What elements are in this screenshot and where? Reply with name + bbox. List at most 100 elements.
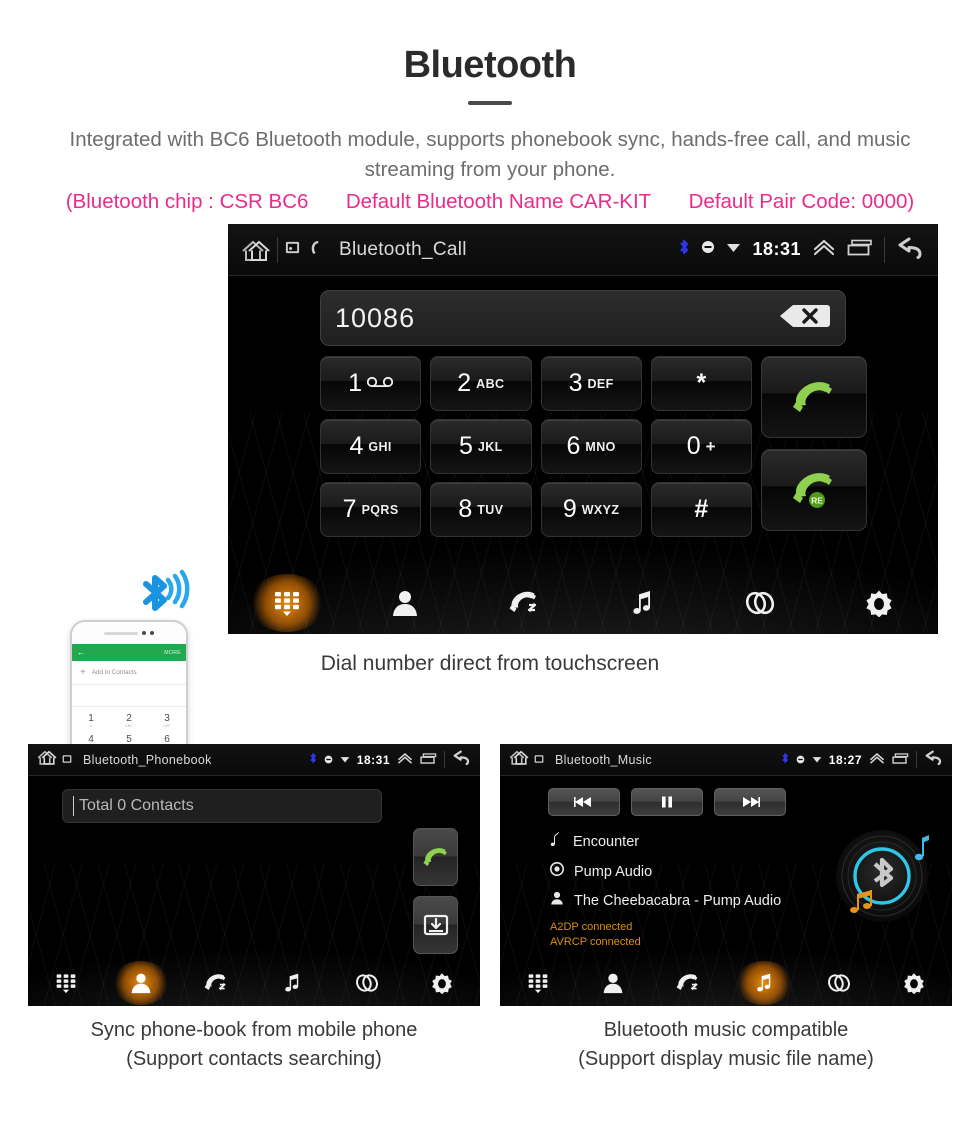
music-transport-controls[interactable] xyxy=(548,788,786,816)
bottom-nav[interactable] xyxy=(228,572,938,634)
phone-back-icon[interactable]: ← xyxy=(77,648,85,657)
nav-item-keypad[interactable] xyxy=(28,960,103,1006)
spec-chip: (Bluetooth chip : CSR BC6 xyxy=(65,190,309,214)
back-icon[interactable] xyxy=(924,749,944,770)
nav-item-contacts[interactable] xyxy=(103,960,178,1006)
nav-item-contacts[interactable] xyxy=(575,960,650,1006)
screenshot-icon[interactable] xyxy=(534,751,544,769)
phone-key-1[interactable]: 1 ∞ xyxy=(72,710,110,731)
call-button[interactable] xyxy=(761,356,867,439)
dialpad[interactable]: 1 2 ABC 3 DEF * 4 GHI 5 JKL 6 MNO 0 + 7 PQRS 8 TUV 9 WXYZ # xyxy=(320,356,752,538)
dialpad-key-letters: DEF xyxy=(587,376,614,391)
recents-icon[interactable] xyxy=(847,239,873,261)
phonebook-statusbar-left: Bluetooth_Phonebook xyxy=(36,749,212,771)
wifi-icon[interactable] xyxy=(812,751,822,769)
nav-item-call-history[interactable] xyxy=(651,960,726,1006)
recents-icon[interactable] xyxy=(420,751,437,769)
nav-item-contacts[interactable] xyxy=(346,572,464,634)
link-icon xyxy=(744,591,776,615)
call-button[interactable] xyxy=(413,828,458,886)
dialpad-key-letters: GHI xyxy=(368,439,392,454)
home-icon[interactable] xyxy=(36,749,58,771)
mute-icon[interactable] xyxy=(324,751,333,769)
nav-item-music[interactable] xyxy=(726,960,801,1006)
spec-line: (Bluetooth chip : CSR BC6 Default Blueto… xyxy=(0,190,980,214)
nav-item-music[interactable] xyxy=(583,572,701,634)
skip-forward-icon[interactable] xyxy=(714,788,786,816)
dialpad-key-star[interactable]: * xyxy=(650,356,752,412)
nav-item-music[interactable] xyxy=(254,960,329,1006)
nav-item-settings[interactable] xyxy=(405,960,480,1006)
gear-icon xyxy=(903,972,925,994)
dialpad-key-8[interactable]: 8 TUV xyxy=(430,482,532,538)
download-sync-icon[interactable] xyxy=(413,896,458,954)
dialpad-key-7[interactable]: 7 PQRS xyxy=(320,482,422,538)
dialpad-key-3[interactable]: 3 DEF xyxy=(540,356,642,412)
statusbar-clock: 18:31 xyxy=(752,239,801,260)
dialpad-key-9[interactable]: 9 WXYZ xyxy=(540,482,642,538)
chevron-up-icon[interactable] xyxy=(812,238,836,261)
statusbar-divider-2 xyxy=(884,236,885,263)
redial-button[interactable]: RE xyxy=(761,449,867,532)
phone-more-label[interactable]: MORE xyxy=(164,650,181,656)
nav-item-settings[interactable] xyxy=(820,572,938,634)
nav-item-pair[interactable] xyxy=(329,960,404,1006)
handset-icon[interactable] xyxy=(307,239,322,261)
back-icon[interactable] xyxy=(896,235,926,264)
skip-back-icon[interactable] xyxy=(548,788,620,816)
contacts-search-input[interactable]: Total 0 Contacts xyxy=(62,789,382,823)
home-icon[interactable] xyxy=(240,238,270,262)
dialpad-key-4[interactable]: 4 GHI xyxy=(320,419,422,475)
phonebook-side-buttons xyxy=(413,828,458,954)
dialpad-key-5[interactable]: 5 JKL xyxy=(430,419,532,475)
back-icon[interactable] xyxy=(452,749,472,770)
pause-icon[interactable] xyxy=(631,788,703,816)
music-note-icon xyxy=(754,972,774,994)
screenshot-icon[interactable] xyxy=(285,240,300,260)
music-statusbar-left: Bluetooth_Music xyxy=(508,749,652,771)
phone-key-2[interactable]: 2 ABC xyxy=(110,710,148,731)
phone-key-digit: 1 xyxy=(88,712,94,724)
nav-item-pair[interactable] xyxy=(701,572,819,634)
dialpad-key-2[interactable]: 2 ABC xyxy=(430,356,532,412)
mute-icon[interactable] xyxy=(701,240,715,259)
phone-key-3[interactable]: 3 DEF xyxy=(148,710,186,731)
wifi-icon[interactable] xyxy=(726,241,741,259)
dialpad-key-6[interactable]: 6 MNO xyxy=(540,419,642,475)
music-bottom-nav[interactable] xyxy=(500,960,952,1006)
bluetooth-icon[interactable] xyxy=(309,751,317,769)
dialpad-key-symbol: * xyxy=(696,369,707,398)
bluetooth-icon[interactable] xyxy=(781,751,789,769)
phonebook-statusbar: Bluetooth_Phonebook 18:31 xyxy=(28,744,480,776)
phonebook-bottom-nav[interactable] xyxy=(28,960,480,1006)
dialpad-key-letters: JKL xyxy=(477,439,503,454)
recents-icon[interactable] xyxy=(892,751,909,769)
a2dp-status: A2DP connected xyxy=(550,921,633,933)
nav-item-pair[interactable] xyxy=(801,960,876,1006)
phone-add-contacts-row[interactable]: + Add to Contacts xyxy=(72,661,186,686)
chevron-up-icon[interactable] xyxy=(869,751,885,769)
dialpad-key-letters: + xyxy=(705,436,716,456)
chevron-up-icon[interactable] xyxy=(397,751,413,769)
nav-item-settings[interactable] xyxy=(877,960,952,1006)
nav-item-call-history[interactable] xyxy=(179,960,254,1006)
nav-item-call-history[interactable] xyxy=(465,572,583,634)
music-body: Encounter Pump Audio The Cheebacabra - P… xyxy=(500,776,952,1006)
dialpad-key-hash[interactable]: # xyxy=(650,482,752,538)
dialpad-key-0[interactable]: 0 + xyxy=(650,419,752,475)
bluetooth-icon[interactable] xyxy=(678,238,690,261)
mute-icon[interactable] xyxy=(796,751,805,769)
track-title: Encounter xyxy=(573,833,640,850)
nav-item-keypad[interactable] xyxy=(500,960,575,1006)
screenshot-icon[interactable] xyxy=(62,751,72,769)
dialpad-key-digit: 4 xyxy=(349,432,364,461)
voicemail-icon xyxy=(366,375,394,393)
home-icon[interactable] xyxy=(508,749,530,771)
dialpad-key-digit: 9 xyxy=(562,495,577,524)
nav-item-keypad[interactable] xyxy=(228,572,346,634)
backspace-icon[interactable] xyxy=(777,301,831,336)
album-disc-icon xyxy=(550,862,564,881)
dialed-number-display[interactable]: 10086 xyxy=(320,290,846,347)
wifi-icon[interactable] xyxy=(340,751,350,769)
dialpad-key-1[interactable]: 1 xyxy=(320,356,422,412)
